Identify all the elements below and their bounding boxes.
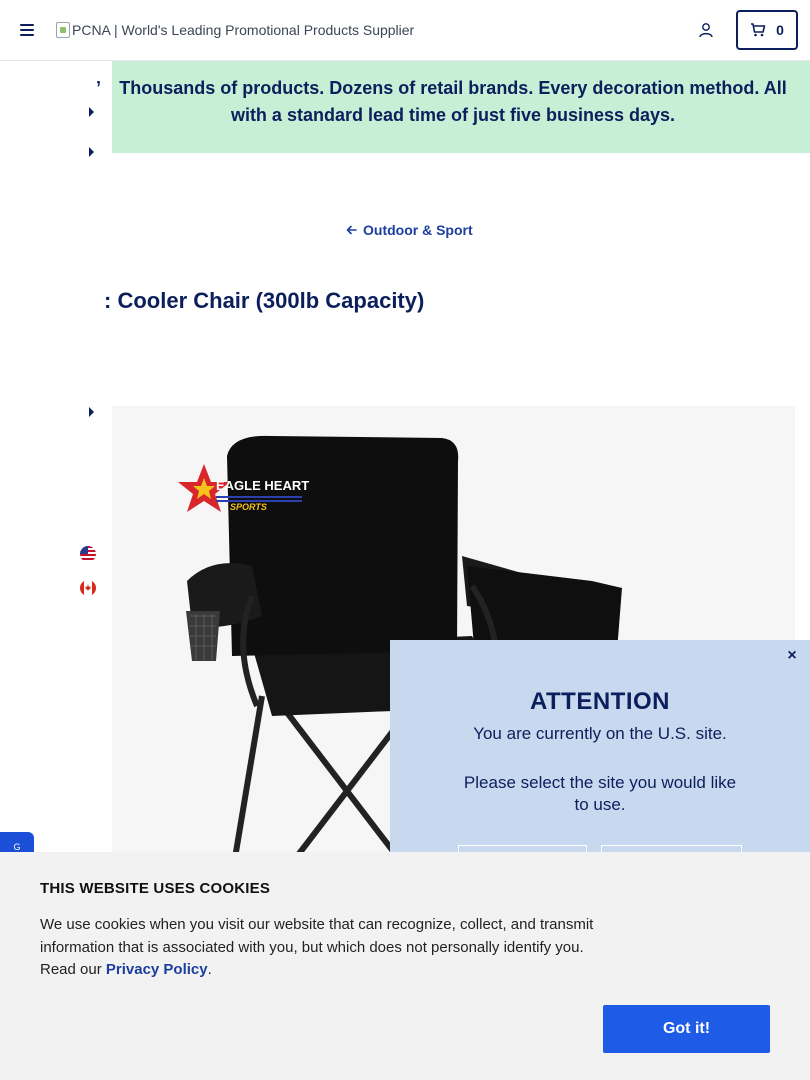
us-flag-icon[interactable]	[80, 546, 96, 562]
site-logo[interactable]: PCNA | World's Leading Promotional Produ…	[56, 20, 414, 40]
site-select-modal: × ATTENTION You are currently on the U.S…	[390, 640, 810, 885]
cart-button[interactable]: 0	[736, 10, 798, 50]
broken-image-icon	[56, 22, 70, 38]
site-header: PCNA | World's Leading Promotional Produ…	[0, 0, 810, 61]
caret-right-icon[interactable]	[89, 107, 94, 117]
cookie-banner: THIS WEBSITE USES COOKIES We use cookies…	[0, 852, 810, 1080]
caret-right-icon[interactable]	[89, 147, 94, 157]
hamburger-menu-icon[interactable]	[20, 22, 36, 38]
product-logo-sub: SPORTS	[230, 502, 267, 512]
breadcrumb-label: Outdoor & Sport	[363, 222, 473, 238]
privacy-policy-link[interactable]: Privacy Policy	[106, 961, 208, 978]
close-icon[interactable]: ×	[784, 648, 800, 664]
modal-current-site-text: You are currently on the U.S. site.	[473, 724, 727, 743]
caret-right-icon[interactable]	[89, 407, 94, 417]
product-title: : Cooler Chair (300lb Capacity)	[104, 288, 424, 314]
modal-title: ATTENTION	[529, 688, 671, 715]
banner-message: Thousands of products. Dozens of retail …	[119, 78, 787, 125]
cookie-body: We use cookies when you visit our websit…	[40, 914, 600, 982]
product-logo-brand: EAGLE HEART	[216, 478, 309, 493]
cookie-title: THIS WEBSITE USES COOKIES	[40, 880, 271, 897]
modal-instruction-text: Please select the site you would like to…	[463, 773, 737, 814]
cart-count: 0	[776, 22, 784, 38]
cart-icon	[751, 23, 766, 37]
arrow-left-icon	[346, 225, 357, 235]
account-icon[interactable]	[698, 22, 714, 38]
promo-banner: ’ Thousands of products. Dozens of retai…	[96, 61, 810, 153]
cookie-accept-button[interactable]: Got it!	[603, 1005, 770, 1053]
product-title-text: Cooler Chair (300lb Capacity)	[117, 288, 425, 313]
product-title-clipped: :	[104, 288, 112, 313]
feedback-tab-label: G	[13, 842, 21, 852]
promo-banner-text: ’ Thousands of products. Dozens of retai…	[96, 75, 810, 129]
canada-flag-icon[interactable]	[80, 580, 96, 596]
logo-alt-text: PCNA | World's Leading Promotional Produ…	[72, 22, 415, 38]
cookie-body-end: .	[207, 961, 212, 978]
breadcrumb[interactable]: Outdoor & Sport	[346, 222, 473, 238]
banner-clipped-char: ’	[96, 78, 102, 98]
